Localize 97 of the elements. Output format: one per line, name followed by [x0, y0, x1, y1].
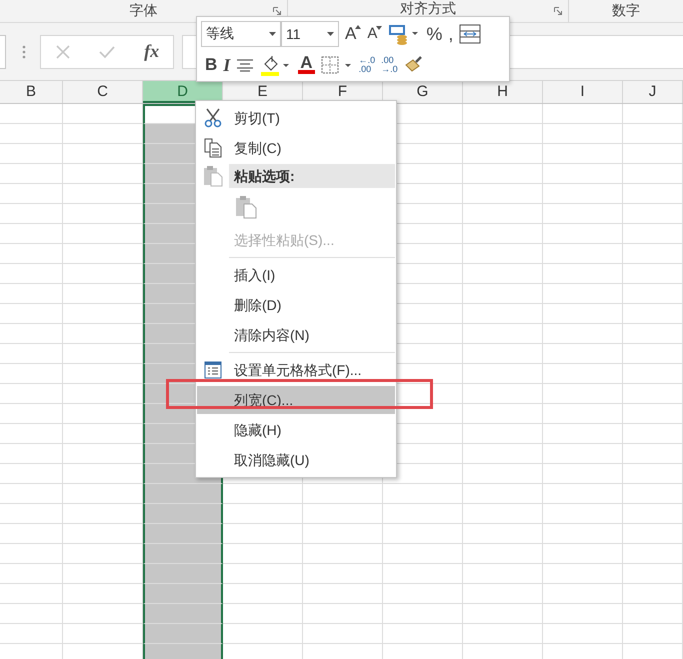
bold-button[interactable]: B — [205, 56, 218, 73]
grid-cell — [623, 264, 683, 284]
down-triangle-icon — [376, 26, 382, 30]
grid-cell — [623, 324, 683, 344]
grid-cell — [623, 504, 683, 524]
grid-cell — [0, 564, 63, 584]
grid-cell — [0, 504, 63, 524]
grid-cell — [623, 384, 683, 404]
format-cells-icon — [204, 361, 222, 379]
ribbon-group-label: 数字 — [612, 2, 640, 20]
grid-cell — [623, 204, 683, 224]
grid-cell — [623, 544, 683, 564]
grid-cell — [623, 224, 683, 244]
grid-cell — [623, 344, 683, 364]
format-painter-icon[interactable] — [404, 54, 424, 74]
grid-cell — [0, 544, 63, 564]
grid-cell — [0, 444, 63, 464]
decimal-button[interactable]: .00 →.0 — [381, 56, 398, 74]
grid-cell — [0, 464, 63, 484]
grid-cell — [0, 264, 63, 284]
clipboard-icon — [203, 165, 223, 187]
font-color-button[interactable]: A — [298, 55, 315, 74]
grid-cell — [0, 284, 63, 304]
grid-cell — [0, 624, 63, 644]
grid-cell — [0, 244, 63, 264]
grid-cell — [623, 464, 683, 484]
grid-cell — [623, 104, 683, 124]
font-select[interactable]: 等线 — [201, 20, 281, 46]
grid-cell — [0, 364, 63, 384]
grid-cell — [623, 304, 683, 324]
grid-cell — [623, 564, 683, 584]
grid-cell — [0, 384, 63, 404]
align-center-icon[interactable] — [236, 58, 254, 72]
grid-cell — [623, 364, 683, 384]
decimal-button[interactable]: ←.0 .00 — [358, 56, 376, 74]
scissors-icon — [204, 108, 222, 128]
grid-cell — [623, 424, 683, 444]
shrink-font-button[interactable]: A — [367, 26, 382, 41]
copy-icon — [204, 138, 222, 158]
grid-cell — [0, 304, 63, 324]
grid-cell — [623, 624, 683, 644]
grid-cell — [0, 164, 63, 184]
grid-cell — [0, 584, 63, 604]
grid-cell — [0, 224, 63, 244]
paste-option-icon[interactable] — [235, 195, 257, 219]
grid-cell — [623, 404, 683, 424]
grid-cell — [0, 204, 63, 224]
font-size-select[interactable]: 11 — [281, 20, 339, 46]
grid-cell — [623, 604, 683, 624]
grid-cell — [623, 484, 683, 504]
grid-cell — [0, 104, 63, 124]
menu-item[interactable]: 剪切(T) — [229, 104, 395, 132]
grip-icon — [22, 44, 26, 60]
number-format-button[interactable]: % — [426, 24, 442, 42]
dialog-launcher-icon[interactable] — [273, 7, 281, 15]
grid-cell — [623, 164, 683, 184]
grid-cell — [0, 404, 63, 424]
grid-cell — [623, 584, 683, 604]
grid-cell — [0, 604, 63, 624]
grid-cell — [0, 184, 63, 204]
grid-cell — [0, 524, 63, 544]
grid-cell — [0, 344, 63, 364]
italic-button[interactable]: I — [223, 56, 230, 74]
menu-section-header: 粘贴选项: — [229, 164, 395, 188]
accounting-format-icon[interactable] — [388, 22, 420, 44]
insert-function-button[interactable]: fx — [144, 41, 160, 62]
column-header[interactable]: B — [0, 81, 63, 103]
grid-cell — [623, 524, 683, 544]
column-header[interactable]: D — [143, 81, 223, 103]
column-header[interactable]: J — [623, 81, 683, 103]
grid-cell — [0, 124, 63, 144]
grid-cell — [623, 284, 683, 304]
grid-cell — [0, 144, 63, 164]
ribbon-group-label: 对齐方式 — [400, 0, 456, 18]
menu-item[interactable]: 设置单元格格式(F)... — [229, 356, 395, 384]
grid-cell — [0, 424, 63, 444]
menu-item[interactable]: 删除(D) — [229, 291, 395, 319]
menu-item[interactable]: 插入(I) — [229, 261, 395, 289]
dialog-launcher-icon[interactable] — [554, 7, 562, 15]
grid-cell — [623, 244, 683, 264]
grid-cell — [0, 324, 63, 344]
menu-item[interactable]: 复制(C) — [229, 134, 395, 162]
ribbon-group-label: 字体 — [130, 2, 158, 20]
grid-cell — [623, 144, 683, 164]
menu-item[interactable]: 隐藏(H) — [229, 416, 395, 444]
number-format-button[interactable]: , — [448, 24, 454, 42]
grow-font-button[interactable]: A — [345, 25, 362, 42]
grid-cell — [623, 444, 683, 464]
up-triangle-icon — [355, 25, 362, 29]
grid-cell — [623, 184, 683, 204]
borders-icon[interactable] — [320, 54, 353, 74]
grid-cell — [623, 124, 683, 144]
wrap-text-icon[interactable] — [459, 24, 482, 44]
menu-item[interactable]: 取消隐藏(U) — [229, 446, 395, 474]
grid-cell — [0, 484, 63, 504]
column-header[interactable]: I — [543, 81, 623, 103]
menu-item[interactable]: 清除内容(N) — [229, 321, 395, 349]
